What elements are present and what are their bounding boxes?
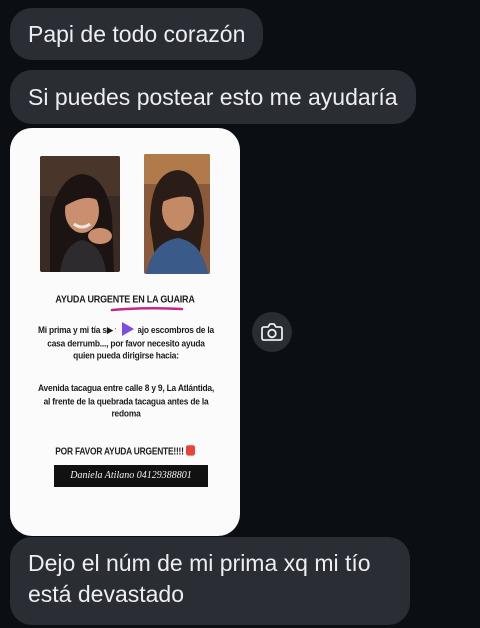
message-text: Papi de todo corazón	[28, 21, 246, 47]
poster-contact: Daniela Atilano 04129388801	[54, 465, 208, 487]
play-icon[interactable]	[116, 318, 138, 340]
shared-image-message[interactable]: AYUDA URGENTE EN LA GUAIRA Mi prima y mi…	[10, 128, 240, 536]
alert-emoji-icon	[185, 445, 195, 456]
poster-urgent-text: POR FAVOR AYUDA URGENTE!!!!	[10, 445, 240, 457]
poster-address-text: Avenida tacagua entre calle 8 y 9, La At…	[38, 382, 214, 419]
urgent-label: POR FAVOR AYUDA URGENTE!!!!	[55, 445, 184, 457]
message-text: Dejo el núm de mi prima xq mi tío está d…	[28, 550, 371, 607]
camera-icon[interactable]	[252, 312, 292, 352]
poster-heading: AYUDA URGENTE EN LA GUAIRA	[55, 293, 195, 305]
poster-photo-young-woman	[40, 156, 120, 272]
message-bubble[interactable]: Si puedes postear esto me ayudaría	[10, 70, 416, 124]
message-text: Si puedes postear esto me ayudaría	[28, 84, 398, 110]
heading-underline	[110, 306, 184, 312]
poster-photo-older-woman	[144, 154, 210, 274]
message-bubble[interactable]: Papi de todo corazón	[10, 8, 264, 60]
message-bubble[interactable]: Dejo el núm de mi prima xq mi tío está d…	[10, 537, 410, 625]
